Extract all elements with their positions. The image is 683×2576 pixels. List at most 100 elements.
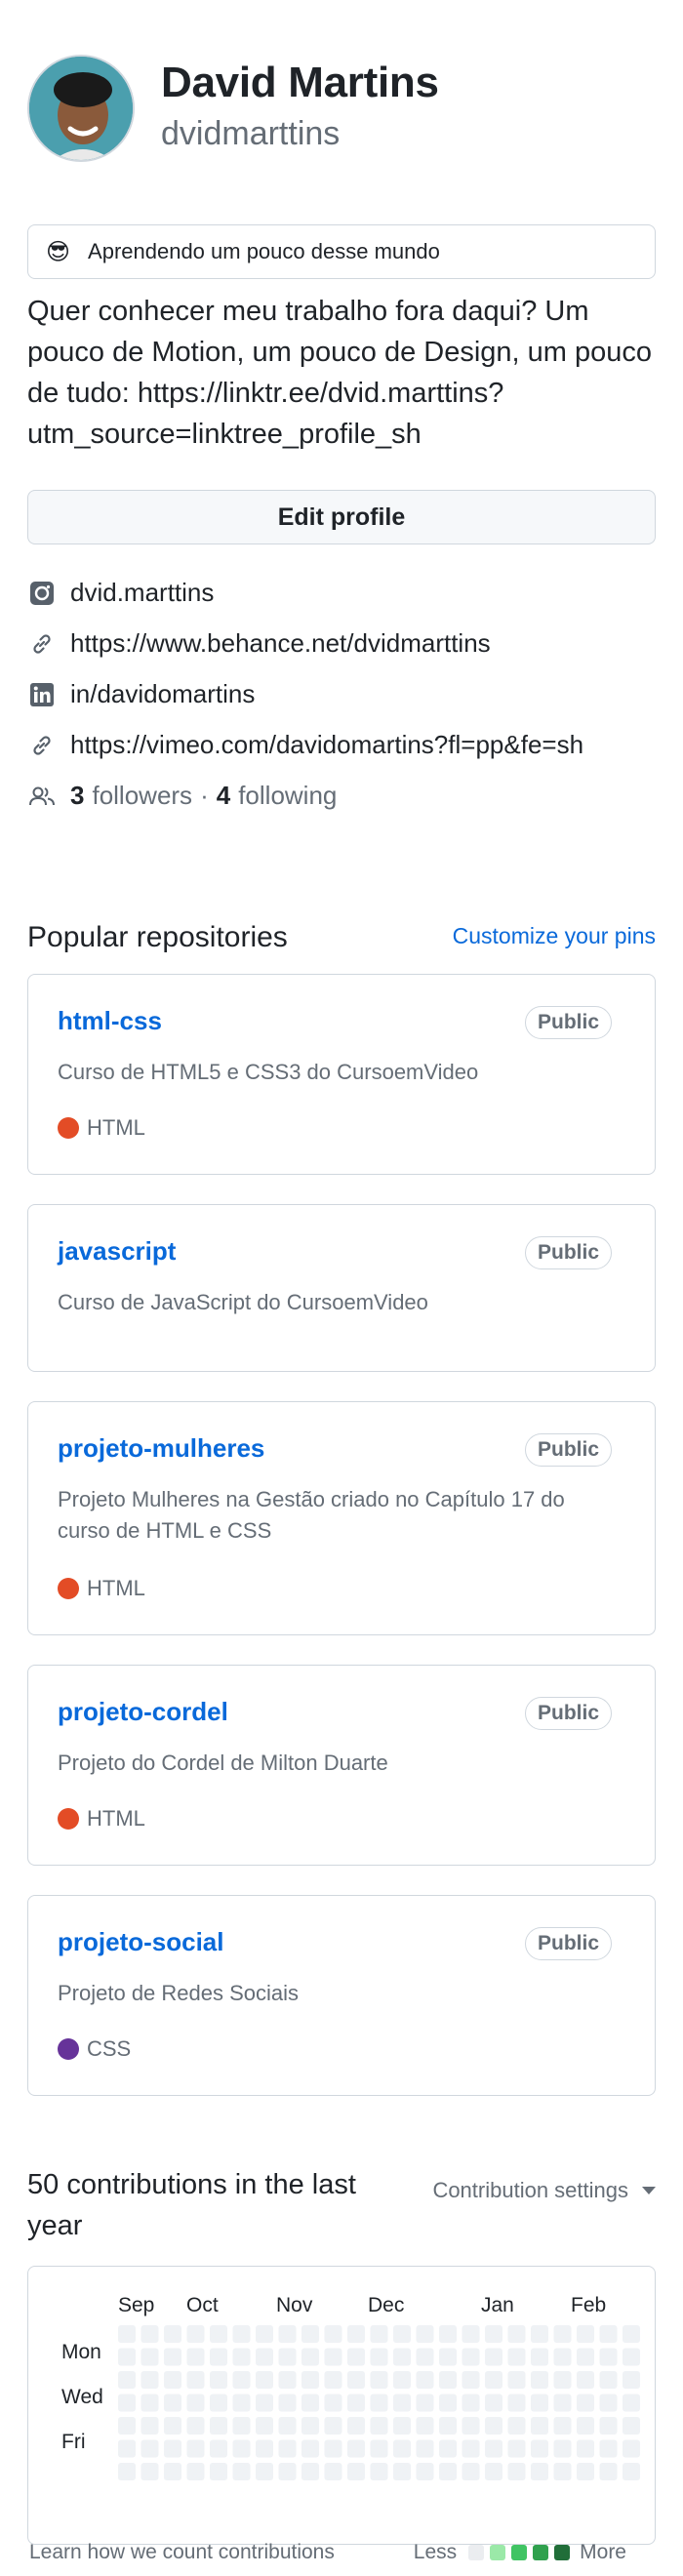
contribution-day-cell[interactable] [278, 2325, 297, 2343]
contribution-day-cell[interactable] [623, 2417, 640, 2435]
contribution-day-cell[interactable] [141, 2463, 159, 2480]
edit-profile-button[interactable]: Edit profile [27, 490, 656, 544]
contribution-day-cell[interactable] [210, 2371, 227, 2389]
contribution-day-cell[interactable] [599, 2439, 618, 2458]
contribution-day-cell[interactable] [278, 2439, 297, 2458]
contribution-day-cell[interactable] [577, 2371, 594, 2389]
contribution-day-cell[interactable] [186, 2463, 205, 2480]
contribution-day-cell[interactable] [507, 2439, 526, 2458]
contribution-day-cell[interactable] [210, 2348, 227, 2366]
contribution-day-cell[interactable] [141, 2439, 159, 2458]
contribution-day-cell[interactable] [393, 2371, 411, 2389]
contribution-day-cell[interactable] [210, 2417, 227, 2435]
contribution-day-cell[interactable] [553, 2325, 572, 2343]
contribution-day-cell[interactable] [118, 2394, 136, 2412]
contribution-day-cell[interactable] [232, 2439, 251, 2458]
contribution-day-cell[interactable] [370, 2463, 388, 2480]
contribution-day-cell[interactable] [278, 2371, 297, 2389]
contribution-day-cell[interactable] [485, 2439, 502, 2458]
contribution-day-cell[interactable] [210, 2439, 227, 2458]
contribution-day-cell[interactable] [301, 2463, 319, 2480]
contribution-day-cell[interactable] [301, 2394, 319, 2412]
contribution-day-cell[interactable] [347, 2439, 365, 2458]
contribution-day-cell[interactable] [141, 2325, 159, 2343]
contribution-day-cell[interactable] [232, 2394, 251, 2412]
contribution-day-cell[interactable] [462, 2371, 480, 2389]
contribution-day-cell[interactable] [256, 2417, 273, 2435]
contribution-day-cell[interactable] [623, 2439, 640, 2458]
contribution-day-cell[interactable] [623, 2325, 640, 2343]
contribution-day-cell[interactable] [439, 2348, 457, 2366]
contribution-day-cell[interactable] [141, 2417, 159, 2435]
contribution-day-cell[interactable] [210, 2394, 227, 2412]
contribution-day-cell[interactable] [416, 2463, 434, 2480]
contribution-day-cell[interactable] [623, 2394, 640, 2412]
avatar[interactable] [27, 55, 135, 162]
contribution-day-cell[interactable] [370, 2325, 388, 2343]
contribution-day-cell[interactable] [278, 2348, 297, 2366]
contribution-day-cell[interactable] [232, 2348, 251, 2366]
contribution-day-cell[interactable] [439, 2325, 457, 2343]
link-behance[interactable]: https://www.behance.net/dvidmarttins [27, 628, 671, 659]
contribution-day-cell[interactable] [164, 2439, 181, 2458]
contribution-day-cell[interactable] [439, 2439, 457, 2458]
followers-count[interactable]: 3 [70, 781, 84, 811]
contribution-day-cell[interactable] [577, 2348, 594, 2366]
contribution-day-cell[interactable] [577, 2463, 594, 2480]
contribution-day-cell[interactable] [232, 2325, 251, 2343]
contribution-day-cell[interactable] [531, 2325, 548, 2343]
contribution-day-cell[interactable] [531, 2463, 548, 2480]
contribution-day-cell[interactable] [256, 2394, 273, 2412]
contribution-day-cell[interactable] [164, 2463, 181, 2480]
contribution-day-cell[interactable] [599, 2325, 618, 2343]
contribution-day-cell[interactable] [462, 2417, 480, 2435]
contribution-day-cell[interactable] [347, 2417, 365, 2435]
contribution-day-cell[interactable] [186, 2439, 205, 2458]
contribution-day-cell[interactable] [599, 2371, 618, 2389]
contribution-day-cell[interactable] [324, 2325, 342, 2343]
repo-name-link[interactable]: javascript [58, 1236, 176, 1267]
contribution-day-cell[interactable] [507, 2417, 526, 2435]
contribution-day-cell[interactable] [164, 2371, 181, 2389]
contribution-day-cell[interactable] [416, 2394, 434, 2412]
contribution-day-cell[interactable] [164, 2348, 181, 2366]
contribution-day-cell[interactable] [278, 2463, 297, 2480]
contribution-day-cell[interactable] [301, 2325, 319, 2343]
contribution-day-cell[interactable] [278, 2394, 297, 2412]
contribution-day-cell[interactable] [118, 2325, 136, 2343]
contribution-day-cell[interactable] [439, 2417, 457, 2435]
contribution-day-cell[interactable] [210, 2463, 227, 2480]
contribution-day-cell[interactable] [462, 2325, 480, 2343]
contribution-day-cell[interactable] [347, 2394, 365, 2412]
contribution-day-cell[interactable] [531, 2439, 548, 2458]
contribution-day-cell[interactable] [531, 2417, 548, 2435]
repo-name-link[interactable]: projeto-mulheres [58, 1433, 264, 1464]
contribution-day-cell[interactable] [118, 2417, 136, 2435]
contribution-day-cell[interactable] [324, 2371, 342, 2389]
contribution-day-cell[interactable] [553, 2417, 572, 2435]
contribution-day-cell[interactable] [141, 2371, 159, 2389]
contribution-day-cell[interactable] [577, 2417, 594, 2435]
contribution-day-cell[interactable] [416, 2417, 434, 2435]
learn-contributions-link[interactable]: Learn how we count contributions [29, 2541, 335, 2564]
contribution-day-cell[interactable] [599, 2348, 618, 2366]
contribution-day-cell[interactable] [164, 2417, 181, 2435]
repo-name-link[interactable]: projeto-social [58, 1927, 223, 1957]
contribution-day-cell[interactable] [577, 2439, 594, 2458]
contribution-day-cell[interactable] [324, 2348, 342, 2366]
contribution-day-cell[interactable] [531, 2394, 548, 2412]
link-instagram[interactable]: dvid.marttins [27, 578, 671, 608]
contribution-day-cell[interactable] [485, 2394, 502, 2412]
contribution-day-cell[interactable] [347, 2348, 365, 2366]
followers-label[interactable]: followers [92, 781, 192, 811]
customize-pins-link[interactable]: Customize your pins [453, 923, 656, 949]
status-badge[interactable]: 😎 Aprendendo um pouco desse mundo [27, 224, 656, 279]
contribution-day-cell[interactable] [186, 2371, 205, 2389]
contribution-day-cell[interactable] [256, 2439, 273, 2458]
link-vimeo[interactable]: https://vimeo.com/davidomartins?fl=pp&fe… [27, 730, 671, 760]
contribution-day-cell[interactable] [553, 2463, 572, 2480]
contribution-day-cell[interactable] [232, 2463, 251, 2480]
contribution-day-cell[interactable] [301, 2348, 319, 2366]
contribution-day-cell[interactable] [462, 2348, 480, 2366]
contribution-day-cell[interactable] [301, 2439, 319, 2458]
